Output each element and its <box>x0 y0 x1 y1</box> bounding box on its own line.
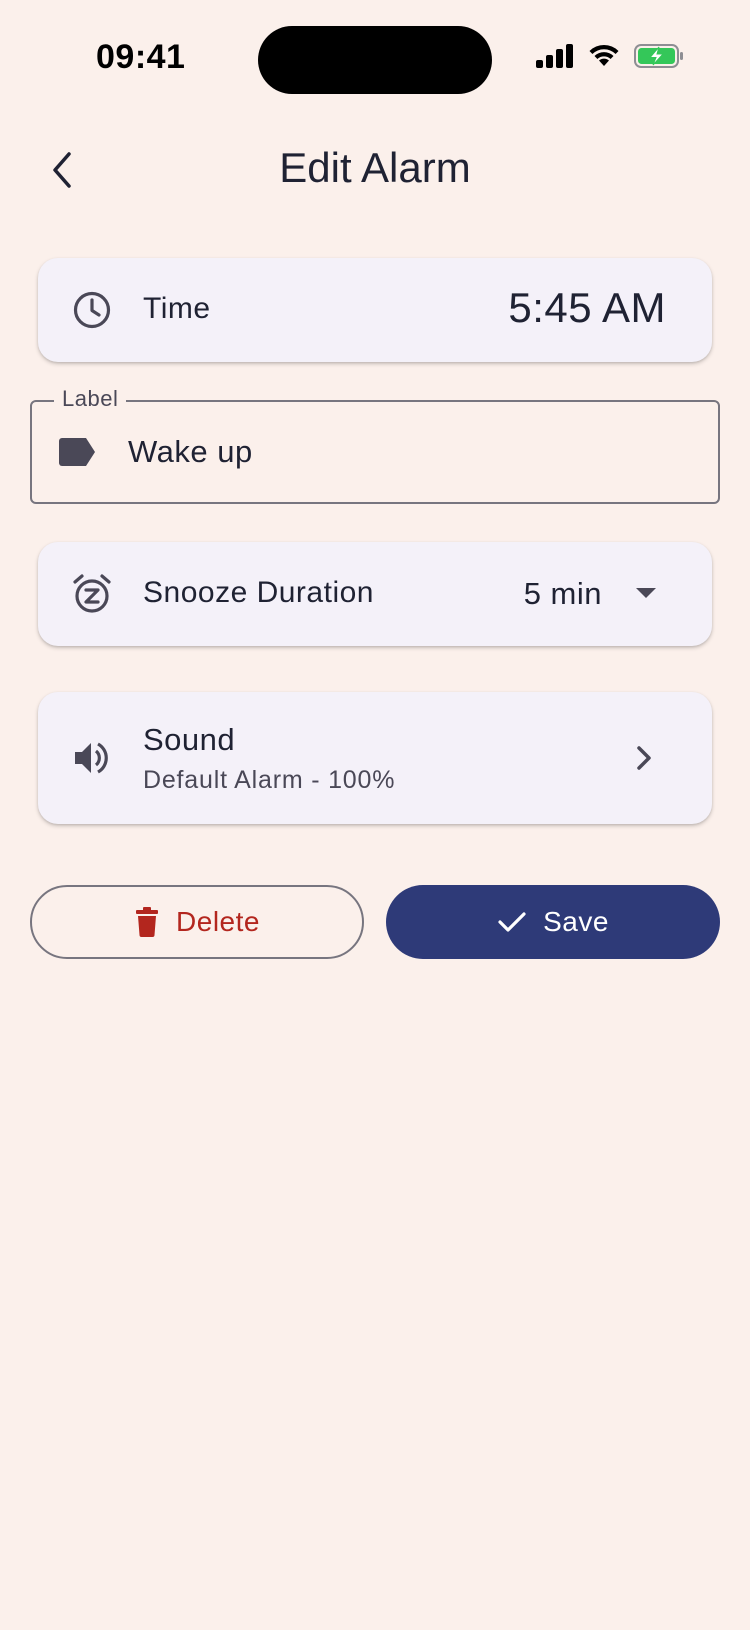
time-value: 5:45 AM <box>508 284 666 331</box>
status-time: 09:41 <box>96 38 186 76</box>
save-button[interactable]: Save <box>386 885 720 959</box>
label-input[interactable] <box>128 426 688 478</box>
sound-subtitle: Default Alarm - 100% <box>143 766 396 794</box>
time-card[interactable]: Time 5:45 AM <box>38 258 712 362</box>
status-icons <box>536 44 684 68</box>
battery-charging-icon <box>634 44 683 68</box>
snooze-value: 5 min <box>523 576 602 611</box>
volume-icon <box>70 736 114 780</box>
save-button-label: Save <box>543 906 609 937</box>
check-icon <box>498 912 526 932</box>
snooze-label: Snooze Duration <box>143 576 374 609</box>
label-field[interactable]: Label <box>30 386 720 504</box>
status-bar: 09:41 <box>0 0 750 120</box>
snooze-alarm-icon <box>70 572 114 616</box>
trash-icon <box>136 907 159 937</box>
app-header: Edit Alarm <box>0 130 750 210</box>
sound-title: Sound <box>143 722 236 757</box>
label-tag-icon <box>59 438 95 466</box>
wifi-icon <box>589 44 619 66</box>
signal-icon <box>536 44 573 68</box>
chevron-right-icon <box>637 746 651 770</box>
sound-card[interactable]: Sound Default Alarm - 100% <box>38 692 712 824</box>
label-field-legend: Label <box>54 386 127 412</box>
dropdown-arrow-icon <box>636 588 656 598</box>
edit-alarm-screen: 09:41 Edit Alarm Time 5:45 AM Label Wake… <box>0 0 750 1630</box>
dynamic-island <box>258 26 492 94</box>
time-label: Time <box>143 292 211 325</box>
delete-button[interactable]: Delete <box>30 885 364 959</box>
clock-icon <box>70 288 114 332</box>
delete-button-label: Delete <box>176 906 260 937</box>
page-title: Edit Alarm <box>279 144 471 191</box>
snooze-duration-card[interactable]: Snooze Duration 5 min <box>38 542 712 646</box>
